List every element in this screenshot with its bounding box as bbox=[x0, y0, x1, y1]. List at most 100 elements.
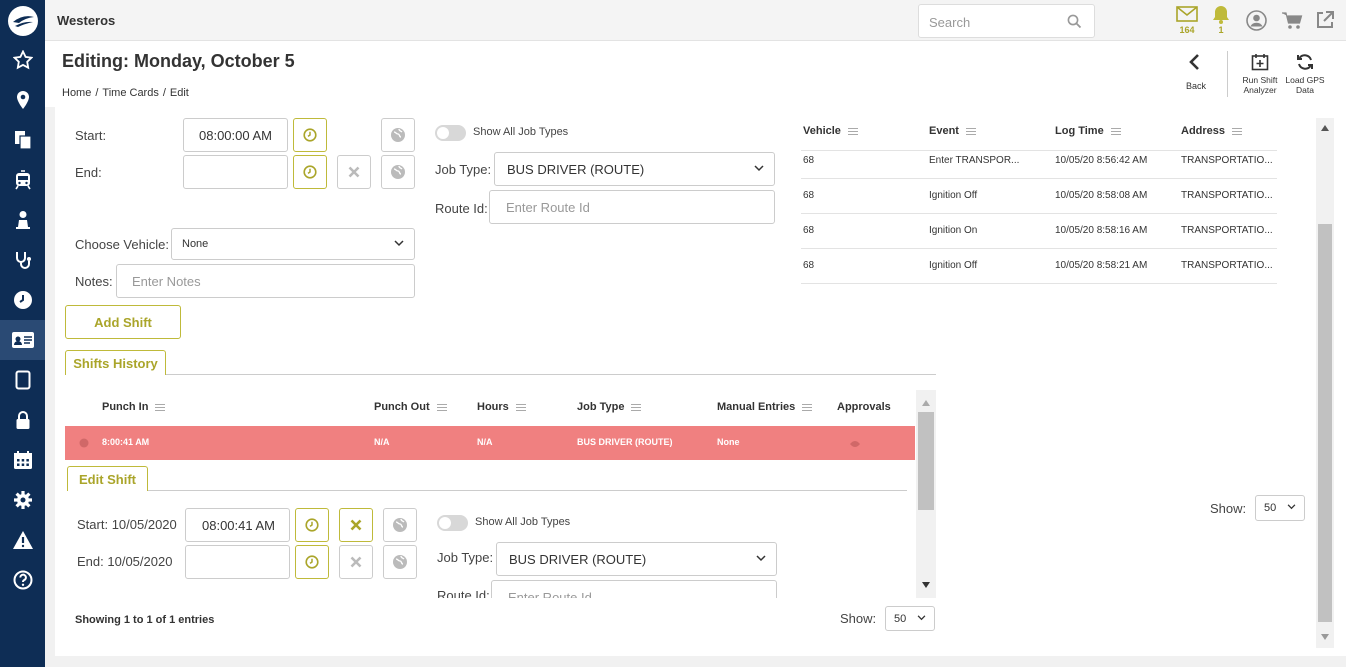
gear-icon[interactable] bbox=[0, 480, 45, 520]
edit-show-all-job-types-toggle[interactable] bbox=[437, 515, 468, 531]
edit-end-clock-button[interactable] bbox=[295, 545, 329, 579]
clock-icon bbox=[303, 128, 317, 142]
tab-edit-shift[interactable]: Edit Shift bbox=[67, 466, 148, 491]
table-row-selected[interactable]: 8:00:41 AM N/A N/A BUS DRIVER (ROUTE) No… bbox=[65, 426, 915, 460]
column-menu-icon bbox=[155, 403, 166, 411]
job-type-column-header[interactable]: Job Type bbox=[577, 401, 642, 413]
edit-route-id-label: Route Id: bbox=[437, 588, 490, 598]
logo-icon[interactable] bbox=[0, 0, 45, 41]
history-page-size-select[interactable]: 50 bbox=[885, 606, 935, 631]
star-icon[interactable] bbox=[0, 40, 45, 80]
globe-icon bbox=[393, 518, 407, 532]
scroll-down-icon[interactable] bbox=[1321, 634, 1329, 640]
documents-icon[interactable] bbox=[0, 120, 45, 160]
add-shift-button[interactable]: Add Shift bbox=[65, 305, 181, 339]
edit-clear-end-button[interactable] bbox=[339, 545, 373, 579]
notes-input[interactable]: Enter Notes bbox=[116, 264, 415, 298]
notifications-button[interactable]: 1 bbox=[1211, 5, 1231, 35]
route-id-input[interactable]: Enter Route Id bbox=[489, 190, 775, 224]
close-icon bbox=[348, 166, 360, 178]
warning-icon[interactable] bbox=[0, 520, 45, 560]
show-all-job-types-toggle[interactable] bbox=[435, 125, 466, 141]
external-link-icon[interactable] bbox=[1315, 10, 1335, 30]
breadcrumb-home[interactable]: Home bbox=[62, 87, 91, 99]
edit-job-type-select[interactable]: BUS DRIVER (ROUTE) bbox=[496, 542, 777, 576]
history-scrollbar-thumb[interactable] bbox=[918, 412, 934, 510]
manual-entries-column-header[interactable]: Manual Entries bbox=[717, 401, 813, 413]
globe-icon bbox=[391, 128, 405, 142]
tablet-icon[interactable] bbox=[0, 360, 45, 400]
help-icon[interactable] bbox=[0, 560, 45, 600]
vehicle-log-page-size-select[interactable]: 50 bbox=[1255, 495, 1305, 521]
app-title: Westeros bbox=[57, 13, 116, 28]
log-time-column-header[interactable]: Log Time bbox=[1055, 125, 1121, 137]
start-clock-button[interactable] bbox=[293, 118, 327, 152]
log-time-cell: 10/05/20 8:58:21 AM bbox=[1055, 260, 1148, 271]
search-icon[interactable] bbox=[1067, 14, 1082, 29]
hours-column-header[interactable]: Hours bbox=[477, 401, 526, 413]
start-gps-button[interactable] bbox=[381, 118, 415, 152]
stethoscope-icon[interactable] bbox=[0, 240, 45, 280]
edit-start-clock-button[interactable] bbox=[295, 508, 329, 542]
location-pin-icon[interactable] bbox=[0, 80, 45, 120]
cart-icon[interactable] bbox=[1281, 11, 1303, 30]
close-icon bbox=[350, 556, 362, 568]
person-icon[interactable] bbox=[0, 200, 45, 240]
calendar-icon[interactable] bbox=[0, 440, 45, 480]
user-profile-icon[interactable] bbox=[1246, 10, 1267, 31]
load-gps-data-button[interactable]: Load GPS Data bbox=[1285, 53, 1325, 97]
edit-end-gps-button[interactable] bbox=[383, 545, 417, 579]
event-column-header[interactable]: Event bbox=[929, 125, 976, 137]
edit-start-time-input[interactable]: 08:00:41 AM bbox=[185, 508, 290, 542]
scroll-down-icon[interactable] bbox=[922, 582, 930, 588]
edit-route-id-input[interactable]: Enter Route Id bbox=[491, 580, 777, 598]
tab-shifts-history[interactable]: Shifts History bbox=[65, 350, 166, 375]
scroll-up-icon[interactable] bbox=[922, 400, 930, 406]
clock-icon[interactable] bbox=[0, 280, 45, 320]
run-shift-analyzer-button[interactable]: Run Shift Analyzer bbox=[1238, 53, 1282, 97]
punch-out-column-header[interactable]: Punch Out bbox=[374, 401, 447, 413]
end-time-input[interactable] bbox=[183, 155, 288, 189]
bus-icon[interactable] bbox=[0, 160, 45, 200]
history-page-size-value: 50 bbox=[894, 612, 907, 625]
edit-job-type-value: BUS DRIVER (ROUTE) bbox=[509, 551, 647, 567]
column-menu-icon bbox=[965, 127, 976, 135]
log-time-cell: 10/05/20 8:56:42 AM bbox=[1055, 155, 1148, 166]
address-column-header[interactable]: Address bbox=[1181, 125, 1243, 137]
id-card-icon[interactable] bbox=[0, 320, 45, 360]
clock-icon bbox=[305, 555, 319, 569]
scroll-up-icon[interactable] bbox=[1321, 125, 1329, 131]
back-label: Back bbox=[1185, 81, 1206, 91]
table-divider bbox=[801, 213, 1277, 214]
end-gps-button[interactable] bbox=[381, 155, 415, 189]
history-scrollbar[interactable] bbox=[916, 390, 936, 598]
start-label: Start: bbox=[75, 128, 107, 143]
vehicle-column-header[interactable]: Vehicle bbox=[803, 125, 858, 137]
load-gps-data-label: Load GPS Data bbox=[1285, 75, 1325, 95]
edit-clear-start-button[interactable] bbox=[339, 508, 373, 542]
table-divider bbox=[801, 178, 1277, 179]
expand-row-icon[interactable] bbox=[79, 438, 89, 448]
mail-icon bbox=[1176, 6, 1198, 22]
lock-icon[interactable] bbox=[0, 400, 45, 440]
search-input[interactable]: Search bbox=[918, 4, 1095, 38]
punch-in-column-header[interactable]: Punch In bbox=[102, 401, 166, 413]
breadcrumb-time-cards[interactable]: Time Cards bbox=[102, 87, 158, 99]
eye-icon[interactable] bbox=[849, 440, 861, 448]
start-time-input[interactable]: 08:00:00 AM bbox=[183, 118, 288, 152]
edit-start-gps-button[interactable] bbox=[383, 508, 417, 542]
edit-end-time-input[interactable] bbox=[185, 545, 290, 579]
vehicle-select[interactable]: None bbox=[171, 228, 415, 260]
job-type-select[interactable]: BUS DRIVER (ROUTE) bbox=[494, 152, 775, 186]
column-menu-icon bbox=[631, 403, 642, 411]
back-button[interactable]: Back bbox=[1176, 53, 1216, 93]
page-scrollbar[interactable] bbox=[1316, 118, 1334, 648]
calendar-plus-icon bbox=[1251, 54, 1269, 71]
bell-count: 1 bbox=[1218, 25, 1224, 35]
clear-end-button[interactable] bbox=[337, 155, 371, 189]
mail-button[interactable]: 164 bbox=[1176, 6, 1198, 36]
page-scrollbar-thumb[interactable] bbox=[1318, 224, 1332, 622]
route-id-label: Route Id: bbox=[435, 201, 488, 216]
clock-icon bbox=[303, 165, 317, 179]
end-clock-button[interactable] bbox=[293, 155, 327, 189]
